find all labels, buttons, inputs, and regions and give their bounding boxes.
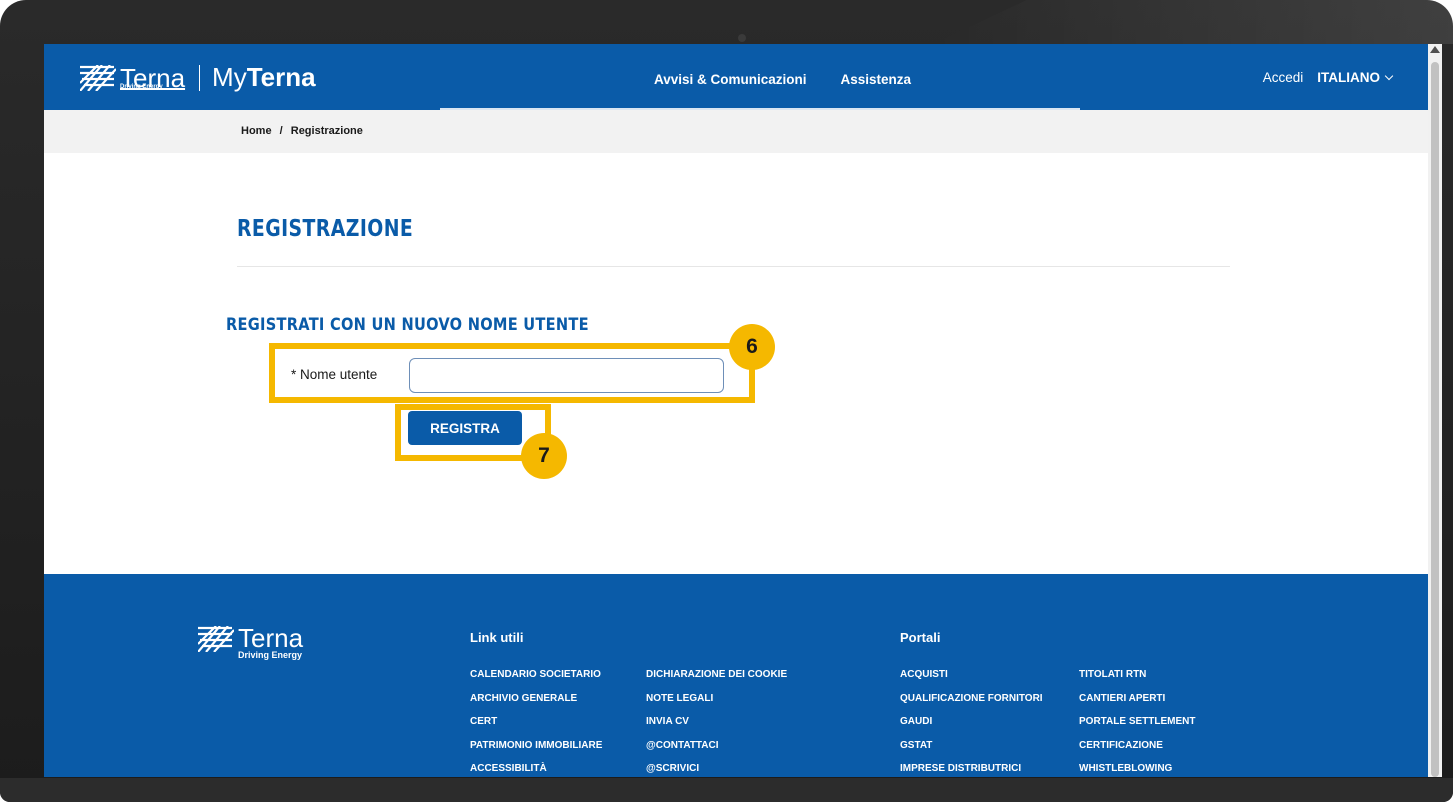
footer-link[interactable]: CERT <box>470 710 602 734</box>
footer-logo-tagline: Driving Energy <box>238 650 303 660</box>
footer-portali-title: Portali <box>900 630 941 645</box>
nav-avvisi[interactable]: Avvisi & Comunicazioni <box>654 72 807 87</box>
footer-portali-col1: ACQUISTI QUALIFICAZIONE FORNITORI GAUDI … <box>900 663 1043 777</box>
footer-link[interactable]: PORTALE SETTLEMENT <box>1079 710 1195 734</box>
footer-link[interactable]: DICHIARAZIONE DEI COOKIE <box>646 663 787 687</box>
site-footer: Terna Driving Energy Link utili CALENDAR… <box>44 574 1428 777</box>
terna-logo[interactable]: Terna Driving Energy MyTerna <box>80 62 316 93</box>
footer-link-utili-col1: CALENDARIO SOCIETARIO ARCHIVIO GENERALE … <box>470 663 602 777</box>
footer-link[interactable]: IMPRESE DISTRIBUTRICI <box>900 757 1043 777</box>
logo-tagline: Driving Energy <box>120 84 163 90</box>
step-6-badge: 6 <box>729 324 775 370</box>
logo-separator <box>199 64 201 91</box>
language-label: ITALIANO <box>1317 70 1380 85</box>
brand-suffix: Terna <box>246 62 316 92</box>
nav-assistenza[interactable]: Assistenza <box>841 72 912 87</box>
footer-terna-logo-icon <box>198 626 234 652</box>
footer-link[interactable]: CANTIERI APERTI <box>1079 687 1195 711</box>
footer-portali-col2: TITOLATI RTN CANTIERI APERTI PORTALE SET… <box>1079 663 1195 777</box>
username-input[interactable] <box>409 358 724 393</box>
footer-link[interactable]: GSTAT <box>900 734 1043 758</box>
username-label: * Nome utente <box>291 367 378 382</box>
breadcrumb-home[interactable]: Home <box>241 125 272 137</box>
footer-link-utili-title: Link utili <box>470 630 524 645</box>
title-divider <box>237 266 1230 267</box>
breadcrumb-bar: Home / Registrazione <box>44 110 1428 153</box>
footer-link-utili-col2: DICHIARAZIONE DEI COOKIE NOTE LEGALI INV… <box>646 663 787 777</box>
step-7-badge: 7 <box>521 433 567 479</box>
site-header: Terna Driving Energy MyTerna Avvisi & Co… <box>44 44 1428 110</box>
footer-link[interactable]: @CONTATTACI <box>646 734 787 758</box>
page-title: REGISTRAZIONE <box>237 216 414 242</box>
register-button[interactable]: REGISTRA <box>408 411 522 445</box>
footer-link[interactable]: WHISTLEBLOWING <box>1079 757 1195 777</box>
chevron-down-icon <box>1384 71 1394 81</box>
webcam-icon <box>738 34 746 42</box>
footer-link[interactable]: ACCESSIBILITÀ <box>470 757 602 777</box>
terna-logo-icon <box>80 64 116 91</box>
footer-link[interactable]: TITOLATI RTN <box>1079 663 1195 687</box>
scroll-up-arrow-icon[interactable] <box>1430 46 1440 53</box>
language-selector[interactable]: ITALIANO <box>1317 70 1394 85</box>
footer-link[interactable]: CERTIFICAZIONE <box>1079 734 1195 758</box>
footer-link[interactable]: ARCHIVIO GENERALE <box>470 687 602 711</box>
main-nav: Avvisi & Comunicazioni Assistenza <box>654 72 911 87</box>
laptop-bottom-bezel <box>0 778 1453 802</box>
breadcrumb-separator: / <box>279 125 283 137</box>
footer-link[interactable]: GAUDI <box>900 710 1043 734</box>
login-link[interactable]: Accedi <box>1263 70 1304 85</box>
footer-link[interactable]: PATRIMONIO IMMOBILIARE <box>470 734 602 758</box>
brand-prefix: My <box>212 62 247 92</box>
footer-logo[interactable]: Terna Driving Energy <box>198 623 304 660</box>
scrollbar-thumb[interactable] <box>1431 62 1439 777</box>
myterna-brand: MyTerna <box>212 62 316 93</box>
footer-link[interactable]: @SCRIVICI <box>646 757 787 777</box>
breadcrumb-current: Registrazione <box>290 125 363 137</box>
footer-link[interactable]: QUALIFICAZIONE FORNITORI <box>900 687 1043 711</box>
footer-link[interactable]: CALENDARIO SOCIETARIO <box>470 663 602 687</box>
footer-link[interactable]: ACQUISTI <box>900 663 1043 687</box>
breadcrumb: Home / Registrazione <box>241 125 363 137</box>
footer-logo-text: Terna <box>238 623 304 653</box>
section-title: REGISTRATI CON UN NUOVO NOME UTENTE <box>226 315 589 335</box>
header-actions: Accedi ITALIANO <box>1263 70 1394 85</box>
footer-link[interactable]: INVIA CV <box>646 710 787 734</box>
browser-viewport: Terna Driving Energy MyTerna Avvisi & Co… <box>44 44 1428 777</box>
footer-link[interactable]: NOTE LEGALI <box>646 687 787 711</box>
frame-sheen <box>933 0 1453 44</box>
